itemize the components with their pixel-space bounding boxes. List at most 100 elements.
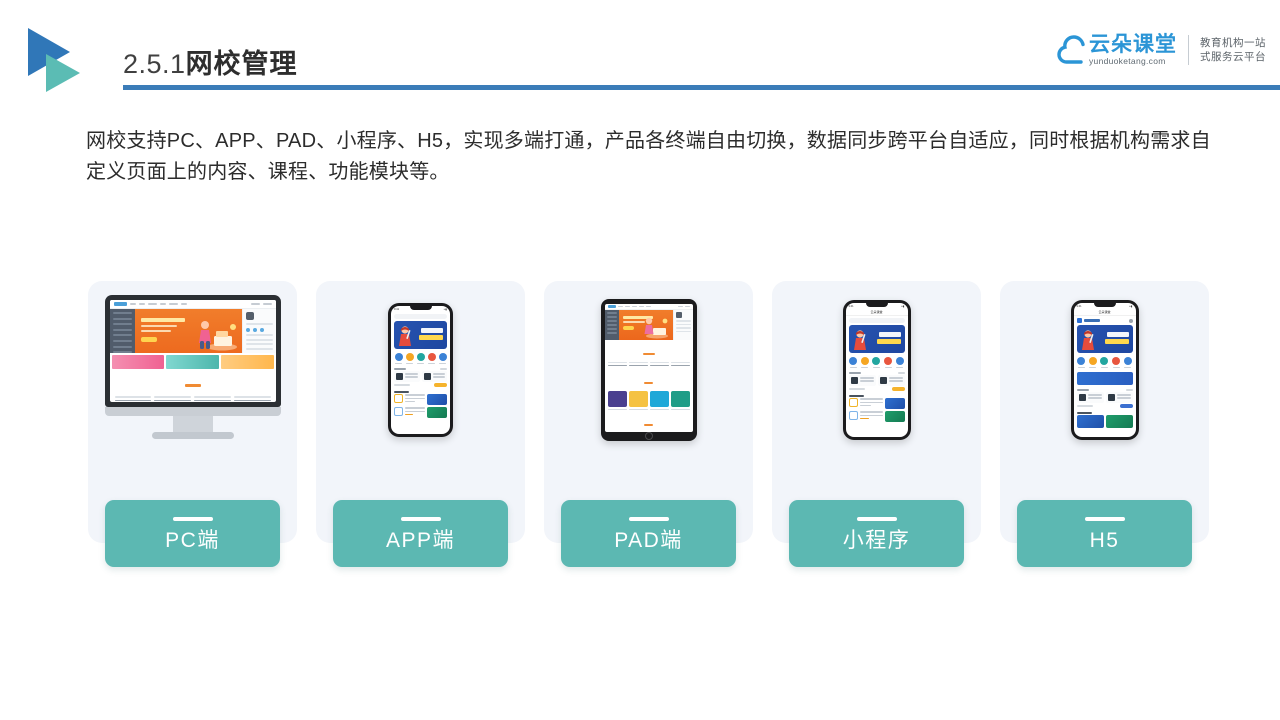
quick-icon-circle bbox=[416, 353, 425, 361]
tablet-subsection-heading bbox=[605, 412, 693, 432]
caption-line bbox=[649, 408, 669, 410]
desktop-category-item bbox=[112, 328, 132, 331]
item-line bbox=[405, 407, 425, 410]
monitor-chin bbox=[104, 407, 281, 416]
list-item[interactable] bbox=[848, 411, 905, 423]
course-line bbox=[859, 380, 874, 382]
card-label-miniprogram[interactable]: 小程序 bbox=[789, 500, 964, 567]
tablet-nav-item bbox=[631, 305, 637, 308]
quick-icon[interactable] bbox=[884, 357, 893, 369]
platform-card-miniprogram[interactable]: 9:41 ▪▪▮ 云朵课堂 小程序 bbox=[772, 281, 981, 567]
course-line bbox=[859, 377, 874, 379]
quick-icon-label bbox=[417, 362, 424, 365]
quick-icon[interactable] bbox=[849, 357, 858, 369]
tablet-home-button[interactable] bbox=[644, 431, 653, 440]
recommend-thumbnail[interactable] bbox=[1076, 415, 1104, 429]
grid-course-card[interactable] bbox=[649, 390, 669, 407]
h5-promo-banner[interactable] bbox=[1076, 372, 1133, 386]
desktop-category-sidebar bbox=[109, 309, 135, 354]
quick-icon[interactable] bbox=[895, 357, 904, 369]
desktop-nav-item bbox=[159, 302, 166, 306]
price-text bbox=[394, 384, 410, 386]
quick-icon[interactable] bbox=[1100, 357, 1109, 369]
quick-icon[interactable] bbox=[405, 353, 414, 365]
phone-app-mockup-icon: 9:41 ▪▪▮ bbox=[316, 281, 525, 459]
quick-icon[interactable] bbox=[416, 353, 425, 365]
list-item[interactable] bbox=[394, 394, 447, 406]
quick-icon[interactable] bbox=[1077, 357, 1086, 369]
course-card[interactable] bbox=[877, 375, 905, 387]
grid-course-card[interactable] bbox=[670, 390, 690, 407]
course-card[interactable] bbox=[421, 371, 447, 383]
recommend-thumbnail[interactable] bbox=[1105, 415, 1133, 429]
tablet-hero-row bbox=[604, 310, 693, 340]
list-item[interactable] bbox=[848, 398, 905, 410]
quick-icon-label bbox=[872, 366, 880, 369]
quick-icon[interactable] bbox=[1088, 357, 1097, 369]
quick-icon[interactable] bbox=[394, 353, 403, 365]
promo-thumbnail bbox=[220, 355, 274, 369]
grid-course-card[interactable] bbox=[628, 390, 648, 407]
section-more-link[interactable] bbox=[897, 372, 905, 374]
phone-notch bbox=[865, 303, 888, 307]
section-title: 网校管理 bbox=[185, 49, 298, 79]
card-label-h5[interactable]: H5 bbox=[1017, 500, 1192, 567]
course-card[interactable] bbox=[1076, 392, 1104, 404]
brand-divider bbox=[1188, 34, 1189, 65]
platform-card-pc[interactable]: PC端 bbox=[88, 281, 297, 567]
course-title-line bbox=[649, 364, 669, 367]
buy-button[interactable] bbox=[1119, 404, 1133, 409]
triangle-teal-shape bbox=[46, 54, 80, 92]
course-card[interactable] bbox=[848, 375, 876, 387]
monitor-stand-foot bbox=[151, 432, 234, 439]
desktop-category-item bbox=[112, 345, 132, 348]
slide-header: 2.5.1 网校管理 云朵课堂 yunduoketang.com 教育机构一站 … bbox=[0, 0, 1280, 110]
buy-button[interactable] bbox=[434, 383, 447, 388]
grid-course-card[interactable] bbox=[607, 390, 627, 407]
platform-card-h5[interactable]: 9:41 ▪▪▮ 云朵课堂 H5 bbox=[1000, 281, 1209, 567]
h5-hero-banner bbox=[1076, 325, 1133, 353]
quick-icon[interactable] bbox=[872, 357, 881, 369]
platform-card-app[interactable]: 9:41 ▪▪▮ APP端 bbox=[316, 281, 525, 567]
tablet-nav-item bbox=[638, 305, 644, 308]
card-label-pc[interactable]: PC端 bbox=[105, 500, 280, 567]
tablet-category-item bbox=[606, 323, 617, 326]
app-search-bar[interactable] bbox=[394, 314, 447, 319]
h5-user-icon[interactable] bbox=[1128, 318, 1133, 323]
banner-title-line1 bbox=[1106, 332, 1129, 337]
app-search-bar[interactable] bbox=[848, 318, 905, 323]
course-line bbox=[405, 376, 418, 378]
body-paragraph: 网校支持PC、APP、PAD、小程序、H5，实现多端打通，产品各终端自由切换，数… bbox=[86, 130, 1211, 183]
item-thumbnail bbox=[884, 398, 905, 410]
platform-card-pad[interactable]: PAD端 bbox=[544, 281, 753, 567]
brand-tagline-line2: 式服务云平台 bbox=[1200, 50, 1266, 63]
quick-icon[interactable] bbox=[438, 353, 447, 365]
list-item[interactable] bbox=[394, 407, 447, 419]
card-label-app[interactable]: APP端 bbox=[333, 500, 508, 567]
desktop-category-item bbox=[112, 323, 132, 326]
course-card[interactable] bbox=[394, 371, 420, 383]
card-label-pad[interactable]: PAD端 bbox=[561, 500, 736, 567]
monitor-screen bbox=[109, 300, 276, 402]
banner-illustration bbox=[853, 329, 869, 351]
tablet-category-item bbox=[606, 312, 617, 314]
phone-notch bbox=[1093, 303, 1116, 307]
course-title-line bbox=[607, 364, 627, 367]
quick-icon[interactable] bbox=[1112, 357, 1121, 369]
h5-site-header bbox=[1074, 316, 1136, 325]
monitor-bezel bbox=[104, 295, 281, 407]
buy-button[interactable] bbox=[891, 387, 905, 392]
course-thumb bbox=[396, 373, 403, 381]
quick-icon-label bbox=[884, 366, 892, 369]
section-more-link[interactable] bbox=[440, 368, 447, 370]
quick-icon[interactable] bbox=[427, 353, 436, 365]
quick-icon[interactable] bbox=[1123, 357, 1132, 369]
desktop-user-panel bbox=[241, 309, 276, 353]
course-card[interactable] bbox=[1105, 392, 1133, 404]
card-label-text: APP端 bbox=[385, 528, 456, 552]
section-more-link[interactable] bbox=[1125, 389, 1133, 391]
course-text bbox=[859, 377, 874, 384]
item-line bbox=[859, 398, 883, 401]
hero-subline bbox=[140, 330, 171, 333]
quick-icon[interactable] bbox=[860, 357, 869, 369]
